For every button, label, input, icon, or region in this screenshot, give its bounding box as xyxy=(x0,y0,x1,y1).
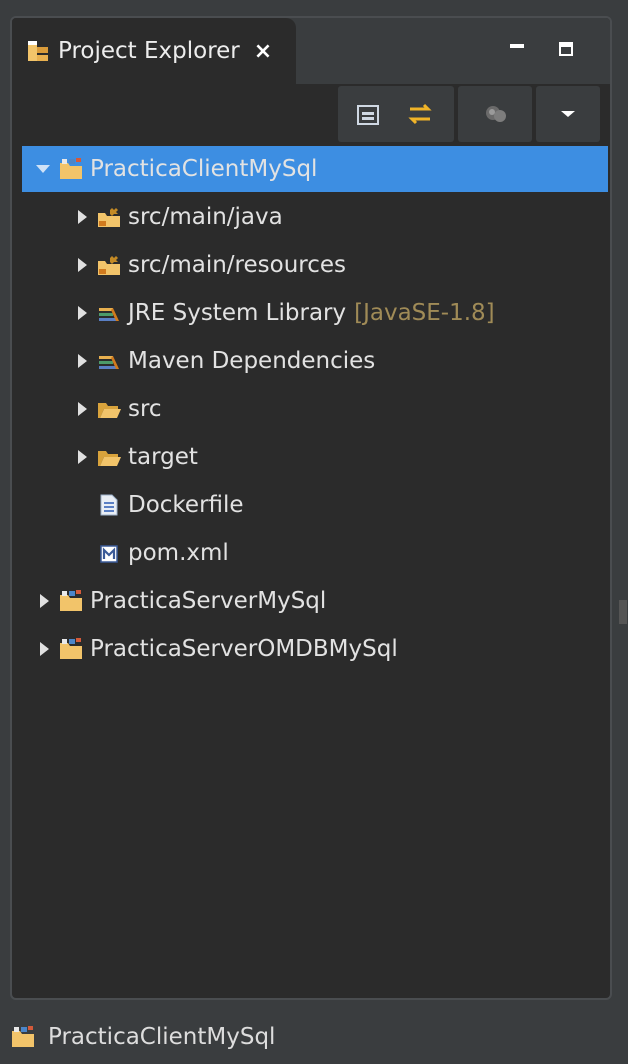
tree-item-decoration: [JavaSE-1.8] xyxy=(354,300,495,326)
expand-arrow-icon[interactable] xyxy=(36,641,52,657)
tree-item-label: src/main/java xyxy=(128,204,283,230)
expand-arrow-icon[interactable] xyxy=(36,593,52,609)
tab-project-explorer[interactable]: Project Explorer × xyxy=(12,18,296,84)
filter-icon[interactable] xyxy=(482,100,510,128)
tree-item-label: src xyxy=(128,396,162,422)
link-with-editor-icon[interactable] xyxy=(406,100,434,128)
source-folder-icon xyxy=(96,253,122,277)
expand-arrow-icon[interactable] xyxy=(74,401,90,417)
library-icon xyxy=(96,301,122,325)
java-project-icon xyxy=(10,1025,36,1049)
tree-item[interactable]: PracticaClientMySql xyxy=(22,146,608,192)
java-project-icon xyxy=(58,637,84,661)
source-folder-icon xyxy=(96,205,122,229)
java-project-icon xyxy=(58,157,84,181)
view-toolbar xyxy=(12,84,610,146)
tree-item[interactable]: Dockerfile xyxy=(22,482,608,528)
toolbar-group-menu xyxy=(536,86,600,142)
project-explorer-icon xyxy=(26,39,50,63)
tree-item-label: PracticaServerMySql xyxy=(90,588,327,614)
expand-arrow-icon[interactable] xyxy=(74,353,90,369)
java-project-icon xyxy=(58,589,84,613)
file-icon xyxy=(96,493,122,517)
close-icon[interactable]: × xyxy=(254,39,272,64)
status-bar: PracticaClientMySql xyxy=(0,1010,628,1064)
expand-arrow-icon[interactable] xyxy=(74,209,90,225)
tree-item-label: Maven Dependencies xyxy=(128,348,376,374)
minimize-icon[interactable] xyxy=(506,38,528,60)
collapse-all-icon[interactable] xyxy=(354,100,382,128)
expand-arrow-icon[interactable] xyxy=(74,257,90,273)
tree-item-label: PracticaClientMySql xyxy=(90,156,318,182)
maximize-icon[interactable] xyxy=(556,38,578,60)
tree-item[interactable]: Maven Dependencies xyxy=(22,338,608,384)
tree-item-label: target xyxy=(128,444,198,470)
toolbar-group-main xyxy=(338,86,454,142)
tree-item[interactable]: src/main/resources xyxy=(22,242,608,288)
tree-item[interactable]: JRE System Library [JavaSE-1.8] xyxy=(22,290,608,336)
tree-item[interactable]: PracticaServerOMDBMySql xyxy=(22,626,608,672)
maven-file-icon xyxy=(96,541,122,565)
view-titlebar: Project Explorer × xyxy=(12,18,610,84)
adjacent-view-handle[interactable] xyxy=(619,600,627,624)
tree-item-label: PracticaServerOMDBMySql xyxy=(90,636,398,662)
folder-icon xyxy=(96,445,122,469)
library-icon xyxy=(96,349,122,373)
tree-item[interactable]: src/main/java xyxy=(22,194,608,240)
expand-arrow-icon[interactable] xyxy=(74,305,90,321)
adjacent-view-edge xyxy=(617,0,628,1064)
folder-icon xyxy=(96,397,122,421)
view-title: Project Explorer xyxy=(58,38,240,64)
tree-item[interactable]: src xyxy=(22,386,608,432)
tree-item-label: Dockerfile xyxy=(128,492,244,518)
tree-item-label: pom.xml xyxy=(128,540,229,566)
project-explorer-view: Project Explorer × PracticaClientMySql s… xyxy=(10,16,612,1000)
expand-arrow-icon[interactable] xyxy=(74,449,90,465)
tree-item[interactable]: pom.xml xyxy=(22,530,608,576)
collapse-arrow-icon[interactable] xyxy=(36,161,52,177)
view-menu-icon[interactable] xyxy=(554,100,582,128)
tree-item-label: JRE System Library xyxy=(128,300,347,326)
tree-item[interactable]: target xyxy=(22,434,608,480)
status-text: PracticaClientMySql xyxy=(48,1024,276,1050)
tree-item[interactable]: PracticaServerMySql xyxy=(22,578,608,624)
toolbar-group-filter xyxy=(458,86,532,142)
tree-item-label: src/main/resources xyxy=(128,252,347,278)
